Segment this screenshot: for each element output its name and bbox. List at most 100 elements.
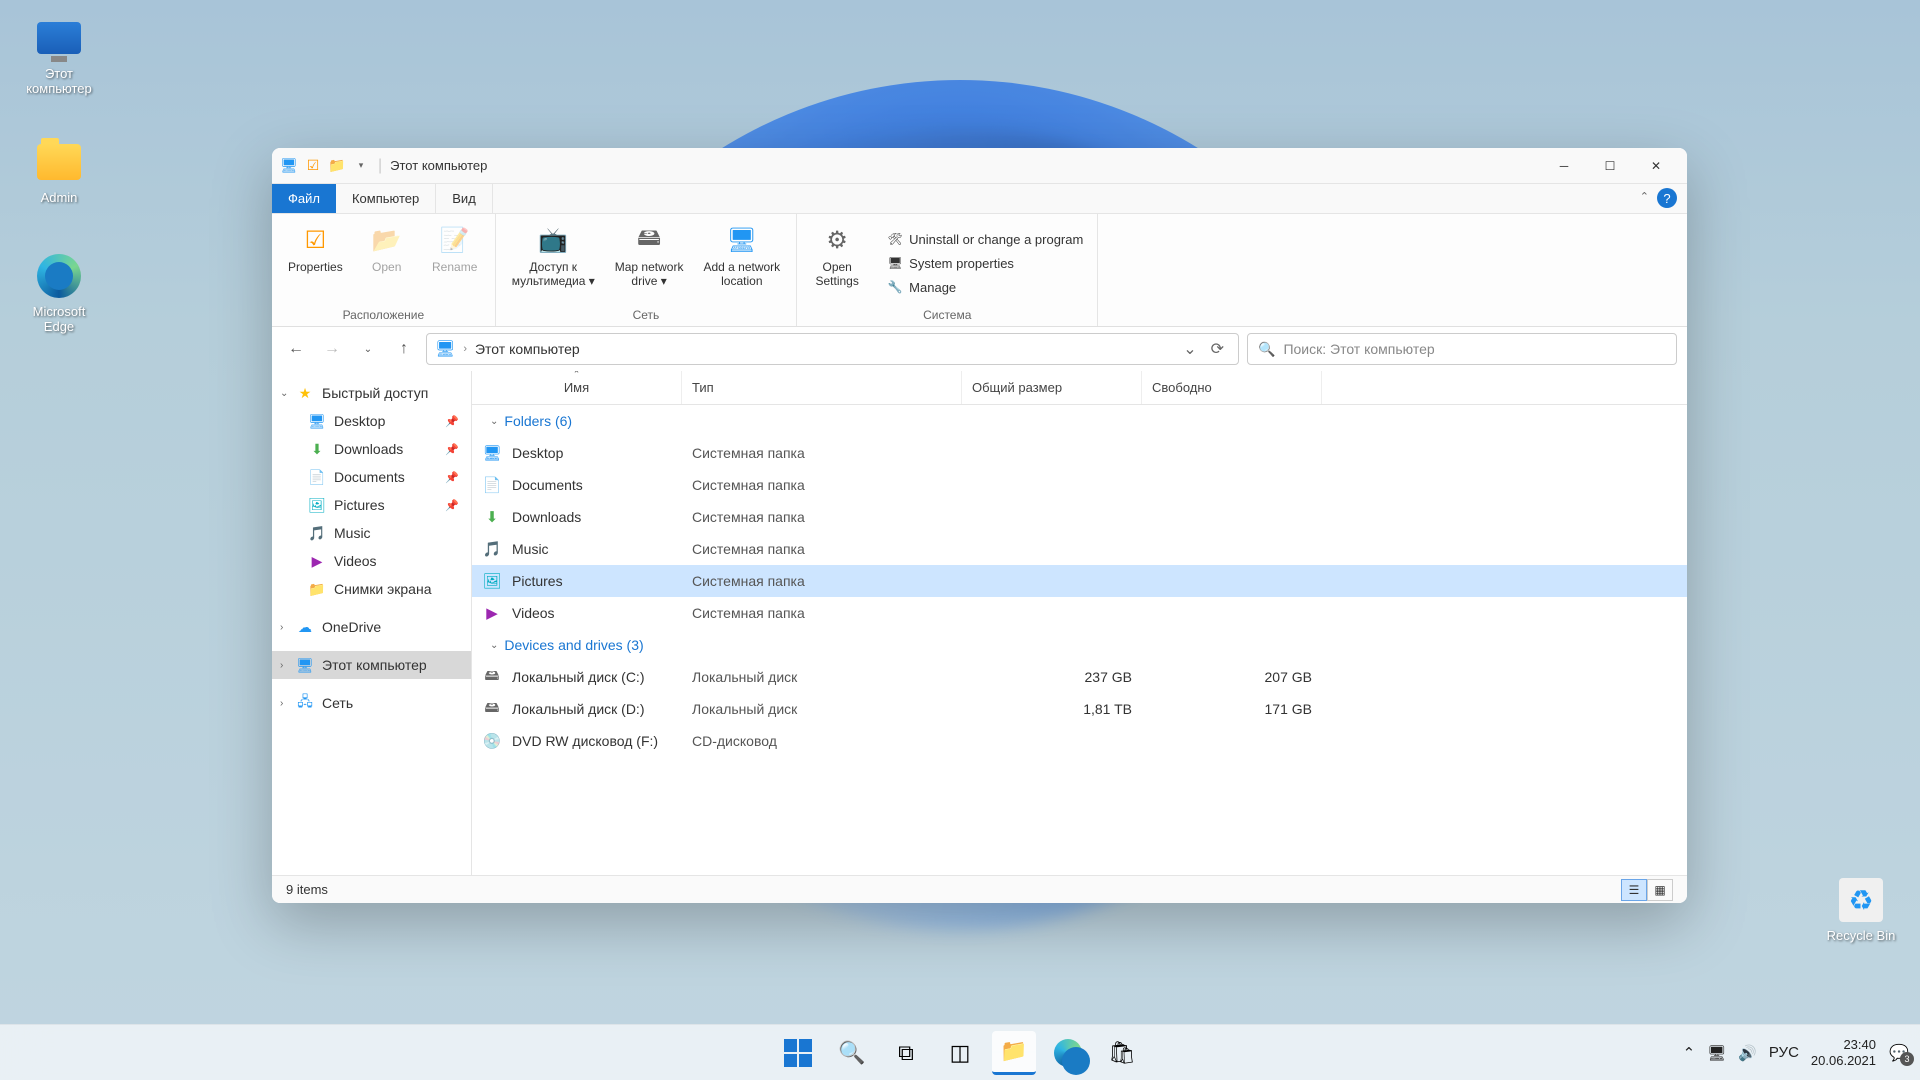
refresh-button[interactable]: ⟳ xyxy=(1205,339,1230,359)
drive-row[interactable]: 💿DVD RW дисковод (F:) CD-дисковод xyxy=(472,725,1687,757)
desktop-icon-recycle-bin[interactable]: ♻ Recycle Bin xyxy=(1816,876,1906,943)
window-title: Этот компьютер xyxy=(390,158,487,173)
ribbon-media-button[interactable]: 📺 Доступ к мультимедиа ▾ xyxy=(506,220,601,306)
recycle-bin-icon: ♻ xyxy=(1839,878,1883,922)
tray-language[interactable]: РУС xyxy=(1769,1044,1799,1061)
nav-up-button[interactable]: ↑ xyxy=(390,335,418,363)
sidebar-item-downloads[interactable]: ⬇Downloads📌 xyxy=(272,435,471,463)
ribbon-manage-link[interactable]: 🔧Manage xyxy=(883,277,1087,297)
sidebar-item-desktop[interactable]: 🖥Desktop📌 xyxy=(272,407,471,435)
sidebar-network[interactable]: ›🖧Сеть xyxy=(272,689,471,717)
folder-type-icon: ⬇ xyxy=(482,507,502,527)
item-type: CD-дисковод xyxy=(682,733,962,749)
folder-row[interactable]: 🎵Music Системная папка xyxy=(472,533,1687,565)
rename-icon: 📝 xyxy=(439,224,471,256)
ribbon-add-location-button[interactable]: 🖥 Add a network location xyxy=(697,220,786,306)
taskbar: 🔍 ⧉ ◫ 📁 🛍 ⌃ 🖥 🔊 РУС 23:40 20.06.2021 💬3 xyxy=(0,1024,1920,1080)
minimize-button[interactable]: ─ xyxy=(1541,150,1587,182)
column-headers: ⌃Имя Тип Общий размер Свободно xyxy=(472,371,1687,405)
ribbon-open-settings-button[interactable]: ⚙ Open Settings xyxy=(807,220,867,306)
sidebar-this-pc[interactable]: ›🖥Этот компьютер xyxy=(272,651,471,679)
nav-back-button[interactable]: ← xyxy=(282,335,310,363)
group-folders[interactable]: ⌄Folders (6) xyxy=(472,405,1687,437)
sidebar-item-videos[interactable]: ▶Videos xyxy=(272,547,471,575)
view-details-button[interactable]: ☰ xyxy=(1621,879,1647,901)
open-icon: 📂 xyxy=(371,224,403,256)
tab-view[interactable]: Вид xyxy=(436,184,493,213)
tray-network-icon[interactable]: 🖥 xyxy=(1707,1044,1726,1062)
qat-properties-icon[interactable]: ☑ xyxy=(304,157,322,175)
close-button[interactable]: ✕ xyxy=(1633,150,1679,182)
folder-type-icon: ▶ xyxy=(482,603,502,623)
desktop-icon-admin[interactable]: Admin xyxy=(14,138,104,205)
nav-forward-button[interactable]: → xyxy=(318,335,346,363)
search-icon: 🔍 xyxy=(1258,341,1275,358)
sidebar-item-screenshots[interactable]: 📁Снимки экрана xyxy=(272,575,471,603)
qat-dropdown-icon[interactable]: ▾ xyxy=(352,157,370,175)
tab-file[interactable]: Файл xyxy=(272,184,336,213)
folder-row[interactable]: 🖥Desktop Системная папка xyxy=(472,437,1687,469)
titlebar[interactable]: 🖥 ☑ 📁 ▾ | Этот компьютер ─ ☐ ✕ xyxy=(272,148,1687,184)
tray-volume-icon[interactable]: 🔊 xyxy=(1738,1044,1757,1062)
ribbon-uninstall-link[interactable]: 🛠Uninstall or change a program xyxy=(883,229,1087,249)
desktop-icon-edge[interactable]: Microsoft Edge xyxy=(14,252,104,334)
chevron-right-icon[interactable]: › xyxy=(280,698,283,709)
breadcrumb[interactable]: Этот компьютер xyxy=(475,341,580,357)
folder-row[interactable]: ⬇Downloads Системная папка xyxy=(472,501,1687,533)
folder-row[interactable]: ▶Videos Системная папка xyxy=(472,597,1687,629)
folder-row[interactable]: 📄Documents Системная папка xyxy=(472,469,1687,501)
item-name: DVD RW дисковод (F:) xyxy=(512,733,658,749)
group-drives[interactable]: ⌄Devices and drives (3) xyxy=(472,629,1687,661)
taskbar-edge-button[interactable] xyxy=(1046,1031,1090,1075)
collapse-ribbon-icon[interactable]: ⌃ xyxy=(1640,190,1649,203)
item-type: Системная папка xyxy=(682,509,962,525)
taskbar-clock[interactable]: 23:40 20.06.2021 xyxy=(1811,1037,1876,1068)
view-tiles-button[interactable]: ▦ xyxy=(1647,879,1673,901)
nav-recent-dropdown[interactable]: ⌄ xyxy=(354,335,382,363)
sidebar-item-music[interactable]: 🎵Music xyxy=(272,519,471,547)
notification-button[interactable]: 💬3 xyxy=(1888,1042,1910,1064)
task-view-button[interactable]: ⧉ xyxy=(884,1031,928,1075)
taskbar-explorer-button[interactable]: 📁 xyxy=(992,1031,1036,1075)
help-button[interactable]: ? xyxy=(1657,188,1677,208)
ribbon-open-button[interactable]: 📂 Open xyxy=(357,220,417,306)
chevron-right-icon[interactable]: › xyxy=(280,622,283,633)
chevron-down-icon[interactable]: ⌄ xyxy=(280,388,288,399)
start-button[interactable] xyxy=(776,1031,820,1075)
address-dropdown-icon[interactable]: ⌄ xyxy=(1183,339,1196,359)
search-input[interactable]: 🔍 Поиск: Этот компьютер xyxy=(1247,333,1677,365)
folder-row[interactable]: 🖼Pictures Системная папка xyxy=(472,565,1687,597)
maximize-button[interactable]: ☐ xyxy=(1587,150,1633,182)
widgets-button[interactable]: ◫ xyxy=(938,1031,982,1075)
ribbon-map-drive-button[interactable]: 🖴 Map network drive ▾ xyxy=(609,220,690,306)
ribbon-system-properties-link[interactable]: 🖥System properties xyxy=(883,253,1087,273)
folder-icon: 📁 xyxy=(308,580,326,598)
chevron-right-icon[interactable]: › xyxy=(280,660,283,671)
column-type[interactable]: Тип xyxy=(682,371,962,404)
folder-type-icon: 🖥 xyxy=(482,443,502,463)
address-bar[interactable]: 🖥 › Этот компьютер ⌄ ⟳ xyxy=(426,333,1239,365)
sidebar-quick-access[interactable]: ⌄★Быстрый доступ xyxy=(272,379,471,407)
sidebar-item-documents[interactable]: 📄Documents📌 xyxy=(272,463,471,491)
drive-row[interactable]: 🖴Локальный диск (C:) Локальный диск 237 … xyxy=(472,661,1687,693)
qat-folder-icon[interactable]: 📁 xyxy=(328,157,346,175)
sidebar-item-pictures[interactable]: 🖼Pictures📌 xyxy=(272,491,471,519)
tray-chevron-icon[interactable]: ⌃ xyxy=(1683,1044,1696,1062)
column-free[interactable]: Свободно xyxy=(1142,371,1322,404)
ribbon-properties-button[interactable]: ☑ Properties xyxy=(282,220,349,306)
desktop-icon-this-pc[interactable]: Этот компьютер xyxy=(14,14,104,96)
map-drive-icon: 🖴 xyxy=(633,224,665,256)
item-type: Системная папка xyxy=(682,573,962,589)
item-free: 207 GB xyxy=(1142,669,1322,685)
column-size[interactable]: Общий размер xyxy=(962,371,1142,404)
column-name[interactable]: ⌃Имя xyxy=(472,371,682,404)
folder-type-icon: 🎵 xyxy=(482,539,502,559)
pin-icon: 📌 xyxy=(445,415,459,428)
item-name: Локальный диск (D:) xyxy=(512,701,645,717)
sidebar-onedrive[interactable]: ›☁OneDrive xyxy=(272,613,471,641)
taskbar-store-button[interactable]: 🛍 xyxy=(1100,1031,1144,1075)
search-button[interactable]: 🔍 xyxy=(830,1031,874,1075)
drive-row[interactable]: 🖴Локальный диск (D:) Локальный диск 1,81… xyxy=(472,693,1687,725)
tab-computer[interactable]: Компьютер xyxy=(336,184,436,213)
ribbon-rename-button[interactable]: 📝 Rename xyxy=(425,220,485,306)
